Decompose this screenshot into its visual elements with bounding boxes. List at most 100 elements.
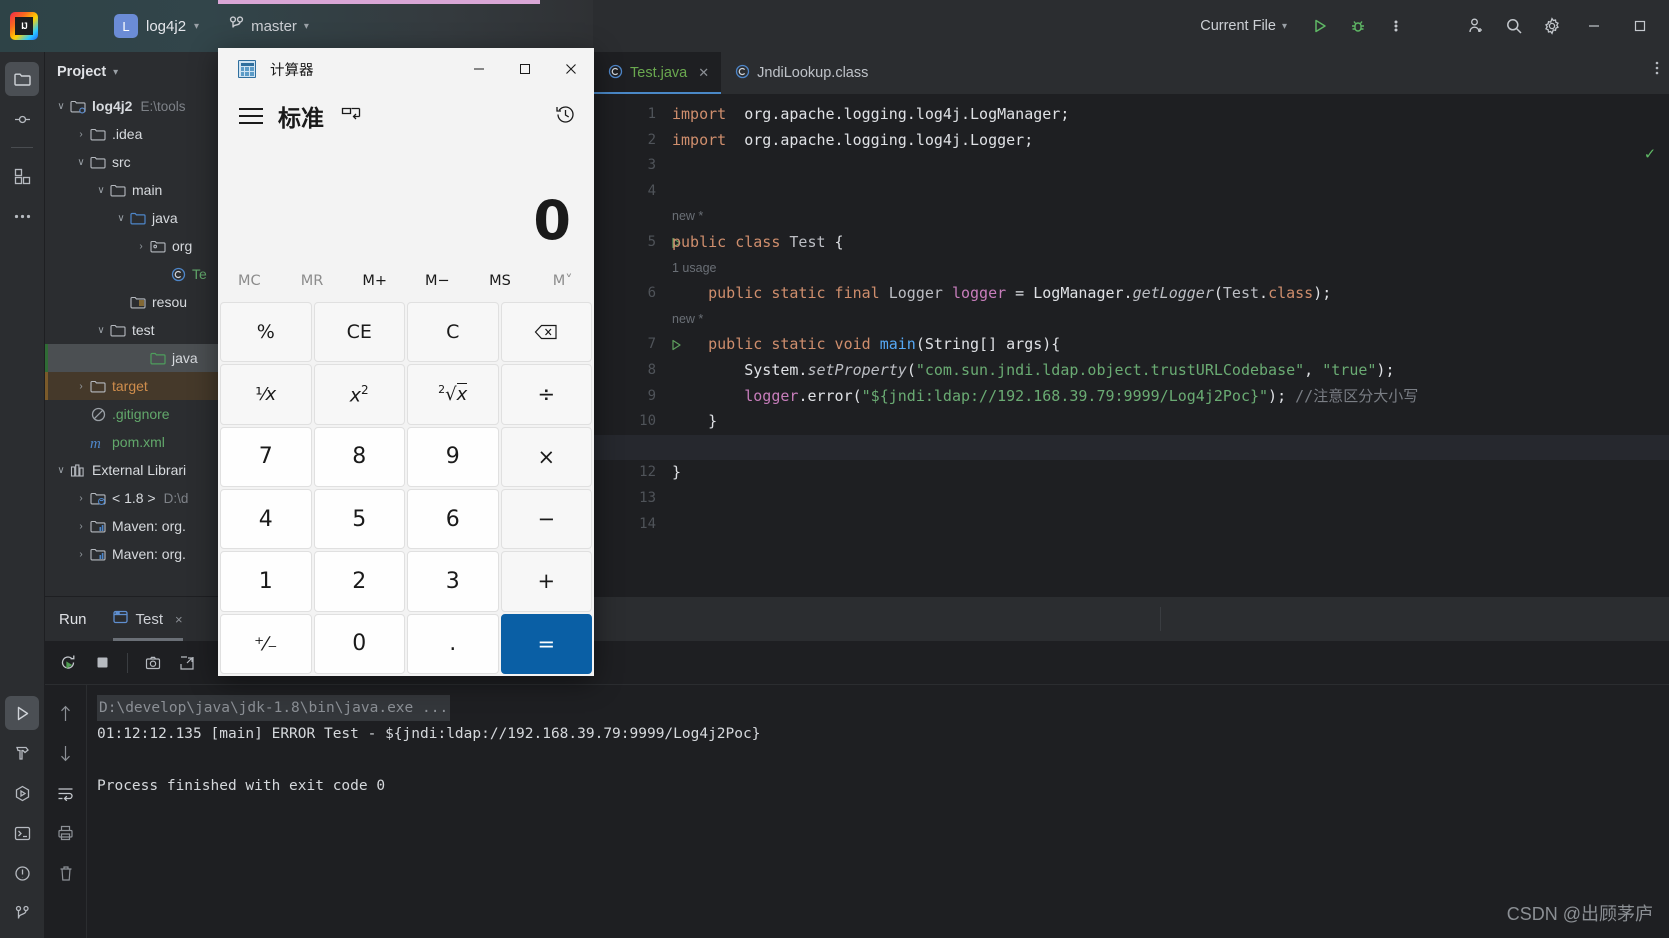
calc-key-subtract[interactable]: − bbox=[500, 488, 592, 550]
tree-node-label: java bbox=[172, 350, 198, 366]
calc-key-sign-toggle[interactable]: ⁺⁄₋ bbox=[220, 613, 312, 674]
memory-button-mr[interactable]: MR bbox=[281, 273, 344, 289]
code-content[interactable]: import org.apache.logging.log4j.LogManag… bbox=[594, 94, 1669, 596]
chevron-right-icon[interactable]: › bbox=[133, 241, 149, 252]
sidebar-item-structure[interactable] bbox=[5, 159, 39, 193]
settings-icon[interactable] bbox=[1535, 9, 1569, 43]
line-number: 12 bbox=[639, 464, 656, 481]
sidebar-item-terminal[interactable] bbox=[5, 816, 39, 850]
console-line: D:\develop\java\jdk-1.8\bin\java.exe ... bbox=[97, 695, 1669, 721]
run-tab-test[interactable]: Test × bbox=[112, 597, 183, 641]
print-icon[interactable] bbox=[52, 819, 80, 847]
project-widget[interactable]: L log4j2 ▾ bbox=[108, 10, 205, 42]
scroll-down-icon[interactable] bbox=[52, 739, 80, 767]
chevron-right-icon[interactable]: › bbox=[73, 549, 89, 560]
calculator-close-button[interactable] bbox=[548, 48, 594, 90]
calc-key-five[interactable]: 5 bbox=[313, 488, 405, 550]
calc-key-percent[interactable]: % bbox=[220, 302, 312, 363]
calculator-title-bar[interactable]: 计算器 bbox=[218, 48, 594, 90]
calculator-maximize-button[interactable] bbox=[502, 48, 548, 90]
chevron-right-icon[interactable]: › bbox=[73, 381, 89, 392]
calc-key-clear-entry[interactable]: CE bbox=[313, 302, 405, 363]
branch-icon bbox=[229, 16, 244, 36]
scroll-up-icon[interactable] bbox=[52, 699, 80, 727]
run-configuration-selector[interactable]: Current File ▾ bbox=[1192, 14, 1295, 38]
more-actions-icon[interactable] bbox=[1379, 9, 1413, 43]
calc-key-reciprocal[interactable]: ⅟x bbox=[220, 364, 312, 425]
memory-button-m[interactable]: M− bbox=[406, 273, 469, 289]
memory-button-m[interactable]: M˅ bbox=[531, 273, 594, 289]
sidebar-item-more-tools[interactable] bbox=[5, 199, 39, 233]
maximize-button[interactable] bbox=[1619, 8, 1661, 44]
sidebar-item-version-control[interactable] bbox=[5, 896, 39, 930]
chevron-down-icon[interactable]: ∨ bbox=[113, 213, 129, 224]
calc-key-six[interactable]: 6 bbox=[407, 488, 499, 550]
sidebar-item-services[interactable] bbox=[5, 776, 39, 810]
sidebar-item-commit[interactable] bbox=[5, 102, 39, 136]
code-editor[interactable]: 1234 5 6 7891011121314 import org.apache… bbox=[594, 94, 1669, 596]
calc-key-backspace[interactable] bbox=[500, 302, 592, 363]
check-icon[interactable]: ✓ bbox=[1645, 144, 1655, 164]
calc-key-seven[interactable]: 7 bbox=[220, 426, 312, 487]
sidebar-item-project[interactable] bbox=[5, 62, 39, 96]
sidebar-item-run[interactable] bbox=[5, 696, 39, 730]
chevron-down-icon[interactable]: ∨ bbox=[53, 465, 69, 476]
calc-key-nine[interactable]: 9 bbox=[407, 426, 499, 487]
run-icon[interactable] bbox=[1303, 9, 1337, 43]
calc-key-one[interactable]: 1 bbox=[220, 551, 312, 612]
calc-key-multiply[interactable]: × bbox=[500, 426, 592, 487]
editor-tab[interactable]: JndiLookup.class bbox=[721, 52, 880, 94]
calc-key-eight[interactable]: 8 bbox=[313, 426, 405, 487]
export-icon[interactable] bbox=[172, 648, 202, 678]
editor-more-icon[interactable] bbox=[1655, 60, 1659, 79]
search-icon[interactable] bbox=[1497, 9, 1531, 43]
calc-key-square[interactable]: x2 bbox=[313, 364, 405, 425]
sidebar-item-build[interactable] bbox=[5, 736, 39, 770]
chevron-down-icon[interactable]: ∨ bbox=[93, 185, 109, 196]
memory-button-mc[interactable]: MC bbox=[218, 273, 281, 289]
keep-on-top-icon[interactable] bbox=[340, 105, 362, 128]
calc-key-equals[interactable]: = bbox=[500, 613, 592, 674]
calculator-minimize-button[interactable] bbox=[456, 48, 502, 90]
rerun-icon[interactable] bbox=[53, 648, 83, 678]
library-jar-icon bbox=[89, 519, 107, 534]
trash-icon[interactable] bbox=[52, 859, 80, 887]
close-icon[interactable]: × bbox=[175, 612, 183, 627]
calc-key-zero[interactable]: 0 bbox=[313, 613, 405, 674]
sidebar-item-problems[interactable] bbox=[5, 856, 39, 890]
history-icon[interactable] bbox=[555, 104, 576, 128]
chevron-right-icon[interactable]: › bbox=[73, 129, 89, 140]
calc-key-divide[interactable]: ÷ bbox=[500, 364, 592, 425]
camera-icon[interactable] bbox=[138, 648, 168, 678]
class-icon bbox=[735, 64, 750, 83]
calc-key-square-root[interactable]: 2√x bbox=[407, 364, 499, 425]
editor-tab[interactable]: Test.java ✕ bbox=[594, 52, 722, 94]
minimize-button[interactable] bbox=[1573, 8, 1615, 44]
calc-key-add[interactable]: + bbox=[500, 551, 592, 612]
main-menu-icon[interactable] bbox=[60, 15, 86, 37]
add-user-icon[interactable] bbox=[1459, 9, 1493, 43]
calc-key-two[interactable]: 2 bbox=[313, 551, 405, 612]
calc-key-decimal[interactable]: . bbox=[407, 613, 499, 674]
memory-button-m[interactable]: M+ bbox=[343, 273, 406, 289]
tree-node-label: log4j2 bbox=[92, 98, 133, 114]
chevron-down-icon[interactable]: ∨ bbox=[93, 325, 109, 336]
calculator-menu-icon[interactable] bbox=[234, 99, 268, 133]
calc-key-four[interactable]: 4 bbox=[220, 488, 312, 550]
soft-wrap-icon[interactable] bbox=[52, 779, 80, 807]
console-output[interactable]: D:\develop\java\jdk-1.8\bin\java.exe ...… bbox=[87, 685, 1669, 938]
folder-icon bbox=[89, 155, 107, 170]
memory-button-ms[interactable]: MS bbox=[469, 273, 532, 289]
chevron-right-icon[interactable]: › bbox=[73, 521, 89, 532]
chevron-down-icon[interactable]: ∨ bbox=[73, 157, 89, 168]
calc-key-clear[interactable]: C bbox=[407, 302, 499, 363]
branch-widget[interactable]: master ▾ bbox=[223, 12, 315, 40]
test-source-icon bbox=[149, 351, 167, 366]
close-icon[interactable]: ✕ bbox=[698, 65, 709, 81]
jdk-icon bbox=[89, 491, 107, 506]
chevron-down-icon[interactable]: ∨ bbox=[53, 101, 69, 112]
chevron-right-icon[interactable]: › bbox=[73, 493, 89, 504]
stop-icon[interactable] bbox=[87, 648, 117, 678]
debug-icon[interactable] bbox=[1341, 9, 1375, 43]
calc-key-three[interactable]: 3 bbox=[407, 551, 499, 612]
